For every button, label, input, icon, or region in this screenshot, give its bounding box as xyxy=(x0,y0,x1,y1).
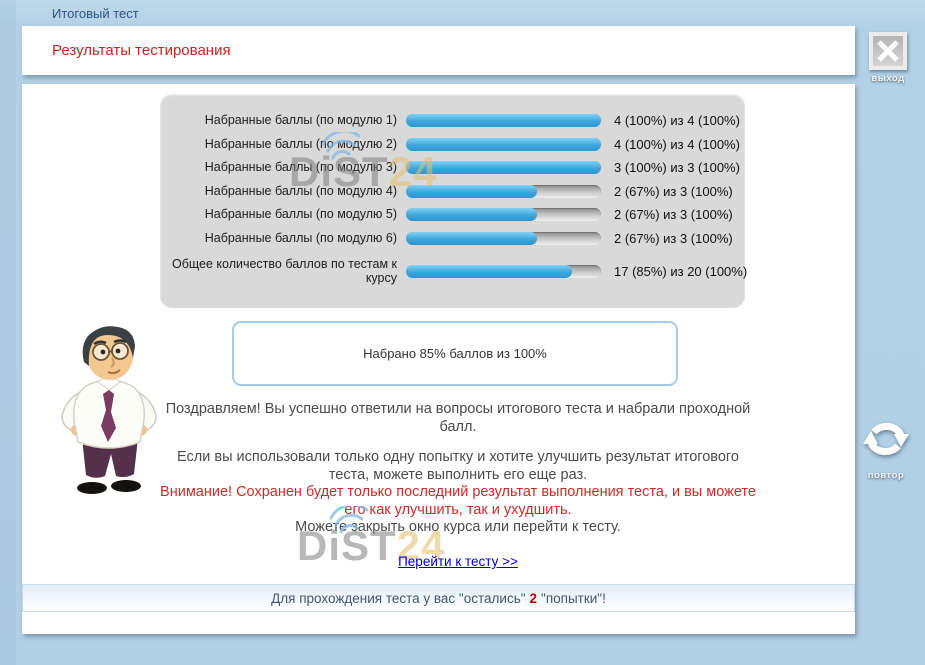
progress-bar-fill xyxy=(406,161,601,174)
exit-button-label: выход xyxy=(862,73,914,84)
result-row-label: Общее количество баллов по тестам к курс… xyxy=(160,257,406,286)
progress-bar-fill xyxy=(406,208,537,221)
results-panel: Набранные баллы (по модулю 1) 4 (100%) и… xyxy=(160,94,745,308)
app-window: Итоговый тест Результаты тестирования На… xyxy=(0,0,925,665)
result-row-value: 4 (100%) из 4 (100%) xyxy=(614,113,740,128)
result-row: Набранные баллы (по модулю 3) 3 (100%) и… xyxy=(160,156,745,180)
progress-bar xyxy=(406,232,601,245)
result-row-label: Набранные баллы (по модулю 3) xyxy=(160,161,406,175)
results-rows: Набранные баллы (по модулю 1) 4 (100%) и… xyxy=(160,94,745,292)
progress-bar-fill xyxy=(406,232,537,245)
result-row: Общее количество баллов по тестам к курс… xyxy=(160,250,745,292)
result-row: Набранные баллы (по модулю 5) 2 (67%) из… xyxy=(160,203,745,227)
result-row: Набранные баллы (по модулю 2) 4 (100%) и… xyxy=(160,133,745,157)
result-message: Поздравляем! Вы успешно ответили на вопр… xyxy=(158,401,758,537)
window-title: Итоговый тест xyxy=(52,6,139,21)
progress-bar-fill xyxy=(406,138,601,151)
progress-bar xyxy=(406,114,601,127)
attempts-count: 2 xyxy=(530,591,538,606)
close-info-text: Можете закрыть окно курса или перейти к … xyxy=(158,519,758,537)
progress-bar-fill xyxy=(406,265,572,278)
progress-bar xyxy=(406,208,601,221)
attempts-suffix: "попытки"! xyxy=(541,591,606,606)
result-row-value: 2 (67%) из 3 (100%) xyxy=(614,231,733,246)
page-title: Результаты тестирования xyxy=(52,42,855,59)
result-row-value: 2 (67%) из 3 (100%) xyxy=(614,184,733,199)
close-icon xyxy=(869,32,907,70)
tutor-character-illustration xyxy=(50,320,168,500)
refresh-icon xyxy=(861,415,911,463)
result-row: Набранные баллы (по модулю 6) 2 (67%) из… xyxy=(160,227,745,251)
result-row-value: 2 (67%) из 3 (100%) xyxy=(614,207,733,222)
progress-bar-fill xyxy=(406,114,601,127)
header-panel: Результаты тестирования xyxy=(22,26,855,75)
result-row-label: Набранные баллы (по модулю 5) xyxy=(160,208,406,222)
congrats-text: Поздравляем! Вы успешно ответили на вопр… xyxy=(158,401,758,436)
result-row-label: Набранные баллы (по модулю 1) xyxy=(160,114,406,128)
score-summary-text: Набрано 85% баллов из 100% xyxy=(363,346,547,361)
score-summary-box: Набрано 85% баллов из 100% xyxy=(232,321,678,386)
progress-bar-fill xyxy=(406,185,537,198)
progress-bar xyxy=(406,185,601,198)
repeat-button-label: повтор xyxy=(860,470,912,481)
result-row-value: 4 (100%) из 4 (100%) xyxy=(614,137,740,152)
result-row-label: Набранные баллы (по модулю 6) xyxy=(160,232,406,246)
result-row-label: Набранные баллы (по модулю 4) xyxy=(160,185,406,199)
attempts-bar: Для прохождения теста у вас "остались" 2… xyxy=(22,584,855,612)
retry-info-text: Если вы использовали только одну попытку… xyxy=(158,449,758,484)
result-row: Набранные баллы (по модулю 1) 4 (100%) и… xyxy=(160,109,745,133)
result-row: Набранные баллы (по модулю 4) 2 (67%) из… xyxy=(160,180,745,204)
result-row-value: 17 (85%) из 20 (100%) xyxy=(614,264,747,279)
progress-bar xyxy=(406,265,601,278)
exit-button[interactable]: выход xyxy=(862,32,914,84)
attempts-prefix: Для прохождения теста у вас "остались" xyxy=(271,591,525,606)
go-to-test-link[interactable]: Перейти к тесту >> xyxy=(398,554,518,569)
result-row-label: Набранные баллы (по модулю 2) xyxy=(160,138,406,152)
content-panel: Набранные баллы (по модулю 1) 4 (100%) и… xyxy=(22,84,855,634)
progress-bar xyxy=(406,161,601,174)
result-row-value: 3 (100%) из 3 (100%) xyxy=(614,160,740,175)
progress-bar xyxy=(406,138,601,151)
repeat-button[interactable]: повтор xyxy=(860,415,912,481)
warning-text: Внимание! Сохранен будет только последни… xyxy=(158,484,758,519)
